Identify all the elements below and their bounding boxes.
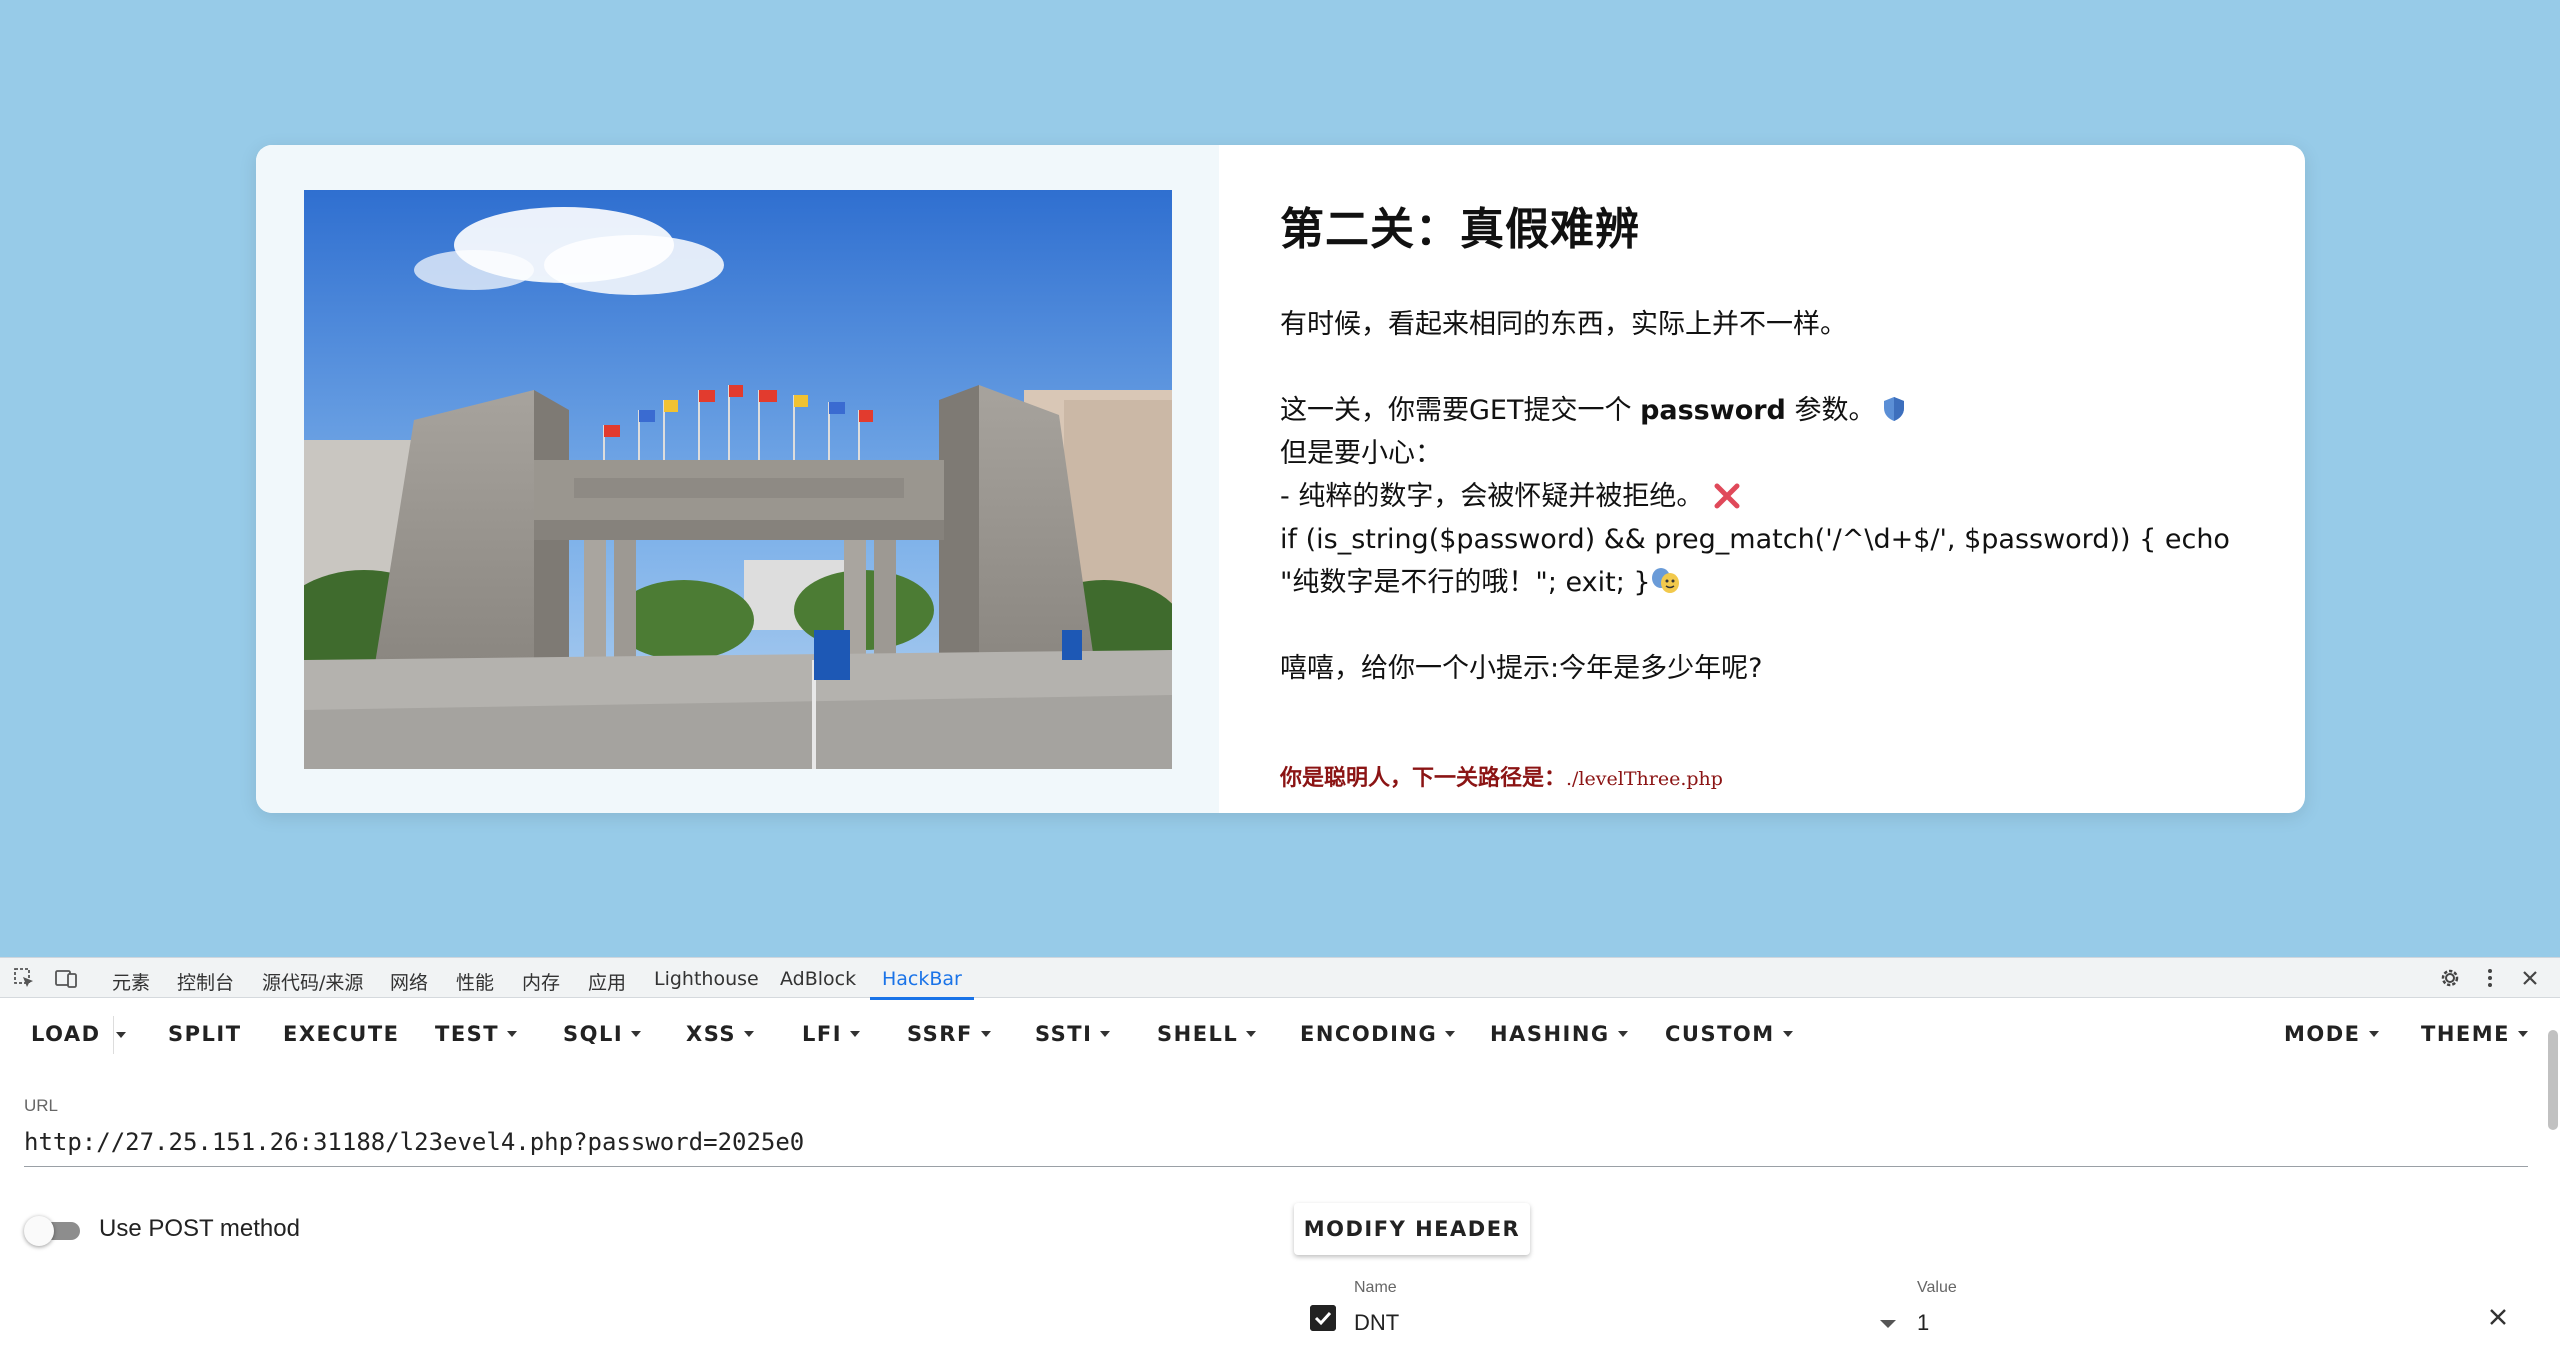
code-line: if (is_string($password) && preg_match('… (1280, 524, 2230, 598)
rule-line: - 纯粹的数字，会被怀疑并被拒绝。 (1280, 475, 2270, 518)
page-title: 第二关：真假难辨 (1280, 204, 1640, 255)
toolbar-divider (113, 1016, 114, 1054)
chevron-down-icon (2368, 1031, 2379, 1037)
devtools-panel: 元素 控制台 源代码/来源 网络 性能 内存 应用 Lighthouse AdB… (0, 957, 2560, 1346)
custom-menu[interactable]: CUSTOM (1665, 1022, 1793, 1046)
hackbar-toolbar: LOAD SPLIT EXECUTE TEST SQLI XSS LFI SSR… (0, 998, 2560, 1068)
hashing-menu[interactable]: HASHING (1490, 1022, 1628, 1046)
ssrf-menu[interactable]: SSRF (907, 1022, 991, 1046)
tab-memory[interactable]: 内存 (522, 968, 560, 995)
theme-menu[interactable]: THEME (2421, 1022, 2528, 1046)
chevron-down-icon (1445, 1031, 1456, 1037)
tip-text: 嘻嘻，给你一个小提示:今年是多少年呢? (1280, 653, 1763, 684)
tab-elements[interactable]: 元素 (112, 968, 150, 995)
tab-network[interactable]: 网络 (390, 968, 428, 995)
load-button[interactable]: LOAD (31, 1022, 101, 1046)
execute-button[interactable]: EXECUTE (283, 1022, 400, 1046)
cross-mark-icon (1714, 483, 1740, 509)
password-keyword: password (1640, 395, 1786, 426)
shield-icon (1884, 397, 1905, 421)
tab-adblock[interactable]: AdBlock (780, 968, 856, 990)
intro-text: 有时候，看起来相同的东西，实际上并不一样。 (1280, 309, 1847, 340)
tab-performance[interactable]: 性能 (456, 968, 494, 995)
chevron-down-icon (631, 1031, 642, 1037)
header-value-input[interactable]: 1 (1917, 1310, 1929, 1336)
tab-hackbar[interactable]: HackBar (870, 968, 974, 1000)
more-icon[interactable] (2478, 966, 2502, 990)
url-input[interactable]: http://27.25.151.26:31188/l23evel4.php?p… (24, 1128, 804, 1156)
tab-sources[interactable]: 源代码/来源 (262, 968, 363, 995)
header-value-label: Value (1917, 1279, 1957, 1296)
instructions: 这一关，你需要GET提交一个 password 参数。 但是要小心： - 纯粹的… (1280, 389, 2270, 604)
test-menu[interactable]: TEST (435, 1022, 518, 1046)
chevron-down-icon (1782, 1031, 1793, 1037)
toggle-knob (24, 1216, 54, 1246)
next-level-hint: 你是聪明人，下一关路径是：./levelThree.php (1280, 766, 1723, 791)
devtools-tabbar: 元素 控制台 源代码/来源 网络 性能 内存 应用 Lighthouse AdB… (0, 958, 2560, 1000)
chevron-down-icon (850, 1031, 861, 1037)
sqli-menu[interactable]: SQLI (563, 1022, 642, 1046)
header-name-dropdown-icon[interactable] (1880, 1320, 1896, 1328)
page-viewport: 第二关：真假难辨 有时候，看起来相同的东西，实际上并不一样。 这一关，你需要GE… (0, 0, 2560, 957)
caution-line: 但是要小心： (1280, 438, 1442, 469)
tab-console[interactable]: 控制台 (177, 968, 234, 995)
chevron-down-icon (1100, 1031, 1111, 1037)
chevron-down-icon (507, 1031, 518, 1037)
url-label: URL (24, 1096, 59, 1115)
shell-menu[interactable]: SHELL (1157, 1022, 1257, 1046)
level-card: 第二关：真假难辨 有时候，看起来相同的东西，实际上并不一样。 这一关，你需要GE… (256, 145, 2305, 813)
inspect-icon[interactable] (12, 966, 36, 990)
chevron-down-icon (744, 1031, 754, 1037)
mode-menu[interactable]: MODE (2284, 1022, 2379, 1046)
chevron-down-icon (1617, 1031, 1628, 1037)
load-dropdown-icon[interactable] (116, 1032, 126, 1038)
settings-icon[interactable] (2438, 966, 2462, 990)
card-image-panel (256, 145, 1219, 813)
split-button[interactable]: SPLIT (168, 1022, 242, 1046)
scrollbar[interactable] (2548, 1030, 2558, 1130)
ssti-menu[interactable]: SSTI (1035, 1022, 1111, 1046)
tab-lighthouse[interactable]: Lighthouse (654, 968, 759, 990)
theater-masks-icon (1651, 568, 1679, 593)
url-underline (24, 1166, 2528, 1167)
close-icon[interactable] (2518, 966, 2542, 990)
header-enabled-checkbox[interactable] (1310, 1305, 1336, 1331)
post-method-label: Use POST method (99, 1215, 300, 1242)
next-level-path: ./levelThree.php (1566, 768, 1723, 790)
encoding-menu[interactable]: ENCODING (1300, 1022, 1456, 1046)
instruction-line: 这一关，你需要GET提交一个 password 参数。 (1280, 389, 2270, 432)
level-content: 第二关：真假难辨 有时候，看起来相同的东西，实际上并不一样。 这一关，你需要GE… (1280, 145, 2280, 813)
campus-gate-photo (304, 190, 1172, 769)
post-method-toggle[interactable] (24, 1216, 82, 1246)
remove-header-icon[interactable] (2487, 1306, 2509, 1328)
chevron-down-icon (1246, 1031, 1257, 1037)
lfi-menu[interactable]: LFI (802, 1022, 861, 1046)
header-name-label: Name (1354, 1279, 1397, 1296)
modify-header-button[interactable]: MODIFY HEADER (1294, 1203, 1530, 1255)
chevron-down-icon (980, 1031, 991, 1037)
device-toolbar-icon[interactable] (54, 966, 78, 990)
chevron-down-icon (2518, 1031, 2528, 1037)
xss-menu[interactable]: XSS (686, 1022, 754, 1046)
header-name-input[interactable]: DNT (1354, 1310, 1399, 1336)
tab-application[interactable]: 应用 (588, 968, 626, 995)
